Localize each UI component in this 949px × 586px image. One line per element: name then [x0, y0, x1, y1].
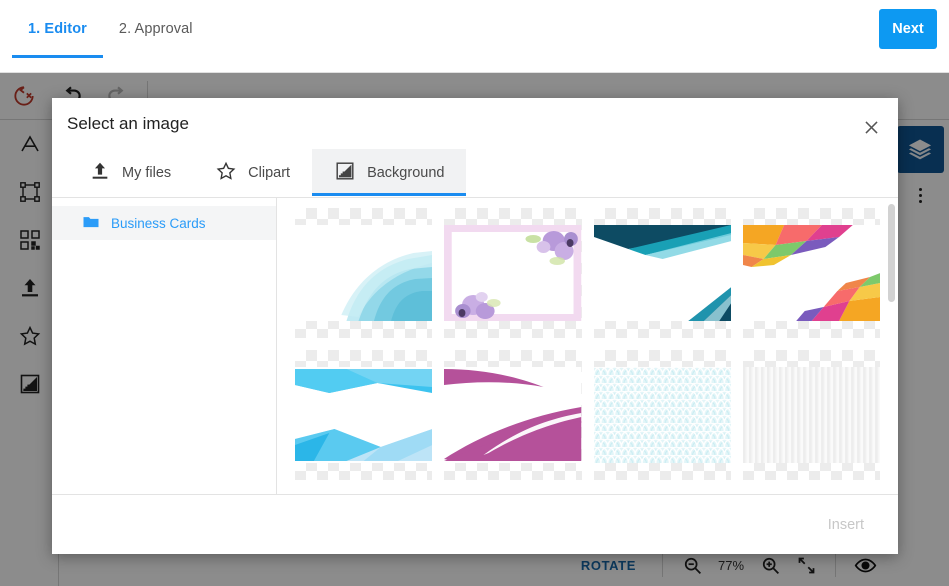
thumbnail-transparency-backdrop: [593, 208, 731, 338]
step-approval[interactable]: 2. Approval: [103, 0, 209, 58]
step-approval-label: 2. Approval: [118, 21, 193, 37]
thumbnail-item[interactable]: [289, 202, 438, 344]
step-bar: 1. Editor 2. Approval Next: [0, 0, 949, 73]
background-preview-light-blue-wave-pattern: [593, 367, 731, 463]
star-icon: [215, 160, 237, 186]
folder-item-label: Business Cards: [111, 215, 206, 231]
thumbnail-transparency-backdrop: [295, 350, 433, 480]
dialog-footer: Insert: [52, 495, 898, 554]
thumbnail-item[interactable]: [588, 344, 737, 486]
tab-background-label: Background: [367, 164, 445, 181]
thumbnail-scrollbar[interactable]: [888, 204, 895, 302]
dialog-tabs: My files Clipart Background: [67, 149, 898, 196]
thumbnail-grid-scroll[interactable]: [277, 198, 898, 494]
thumbnail-transparency-backdrop: [742, 350, 880, 480]
background-preview-magenta-swoosh: [444, 367, 582, 463]
dialog-body: Business Cards: [52, 197, 898, 495]
thumbnail-grid: [277, 198, 898, 486]
thumbnail-item[interactable]: [438, 344, 587, 486]
tab-background[interactable]: Background: [312, 149, 467, 196]
step-editor-label: 1. Editor: [28, 21, 87, 37]
thumbnail-item[interactable]: [438, 202, 587, 344]
background-preview-gray-vertical-stripes: [742, 367, 880, 463]
background-preview-purple-floral-frame: [444, 225, 582, 321]
app-root: 1. Editor 2. Approval Next ROTATE 77% Se…: [0, 0, 949, 586]
thumbnail-item[interactable]: [588, 202, 737, 344]
background-preview-watercolor-blue-wash: [295, 225, 433, 321]
folder-item-business-cards[interactable]: Business Cards: [52, 206, 276, 240]
step-editor[interactable]: 1. Editor: [12, 0, 103, 58]
tab-clipart-label: Clipart: [248, 164, 291, 181]
thumbnail-transparency-backdrop: [295, 208, 433, 338]
thumbnail-item[interactable]: [737, 344, 886, 486]
thumbnail-transparency-backdrop: [444, 350, 582, 480]
next-button[interactable]: Next: [879, 9, 937, 49]
background-preview-teal-navy-diagonal: [593, 225, 731, 321]
step-list: 1. Editor 2. Approval: [12, 0, 209, 58]
upload-icon: [89, 160, 111, 186]
background-preview-rainbow-polygon: [742, 225, 880, 321]
thumbnail-item[interactable]: [737, 202, 886, 344]
tab-my-files-label: My files: [122, 164, 172, 181]
folder-icon: [82, 213, 100, 234]
close-icon[interactable]: [854, 110, 888, 144]
dialog-title: Select an image: [67, 114, 189, 133]
thumbnail-transparency-backdrop: [593, 350, 731, 480]
select-image-dialog: Select an image My files Clipart Backgro…: [52, 98, 898, 554]
background-preview-cyan-ribbon-bands: [295, 367, 433, 463]
tab-my-files[interactable]: My files: [67, 149, 193, 196]
background-icon: [334, 160, 356, 186]
insert-button[interactable]: Insert: [814, 509, 878, 541]
thumbnail-transparency-backdrop: [444, 208, 582, 338]
thumbnail-item[interactable]: [289, 344, 438, 486]
folder-list: Business Cards: [52, 198, 277, 494]
tab-clipart[interactable]: Clipart: [193, 149, 312, 196]
thumbnail-transparency-backdrop: [742, 208, 880, 338]
